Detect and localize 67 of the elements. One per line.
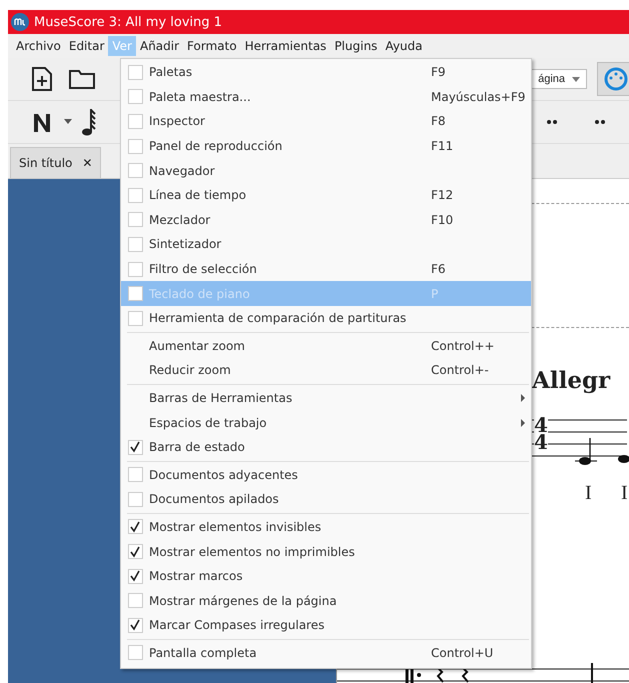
- checkbox[interactable]: [128, 593, 142, 608]
- checkbox[interactable]: [128, 89, 142, 104]
- menu-item[interactable]: Archivo: [12, 36, 65, 56]
- menu-option[interactable]: Mostrar elementos invisibles: [121, 514, 531, 540]
- midi-input-button[interactable]: [597, 62, 629, 96]
- menu-option[interactable]: Línea de tiempo F12: [121, 182, 531, 208]
- checkbox[interactable]: [128, 114, 142, 129]
- checkbox[interactable]: [128, 519, 142, 534]
- menu-item[interactable]: Editar: [64, 36, 108, 56]
- checkbox[interactable]: [128, 188, 142, 203]
- new-file-icon[interactable]: [30, 66, 54, 92]
- checkbox[interactable]: [128, 492, 142, 507]
- menu-option[interactable]: Inspector F8: [121, 109, 531, 134]
- time-signature-digit: 4: [534, 434, 548, 451]
- checkbox[interactable]: [128, 262, 142, 277]
- roman-numeral: I: [585, 482, 592, 505]
- folder-icon[interactable]: [68, 68, 96, 90]
- checkbox[interactable]: [128, 138, 142, 154]
- checkbox[interactable]: [128, 568, 142, 584]
- midi-connector-icon: [604, 67, 628, 91]
- menu-option[interactable]: Panel de reproducción F11: [121, 134, 531, 158]
- app-logo-icon: [11, 13, 29, 31]
- menu-option[interactable]: Mostrar marcos: [121, 564, 531, 588]
- window-title: MuseScore 3: All my loving 1: [34, 14, 222, 30]
- menu-option[interactable]: Documentos apilados: [121, 487, 531, 512]
- menu-option[interactable]: Sintetizador: [121, 232, 531, 257]
- double-dot-icon[interactable]: [595, 120, 605, 124]
- menu-item[interactable]: Añadir: [136, 36, 184, 56]
- menu-option[interactable]: Barras de Herramientas: [121, 386, 531, 410]
- checkbox[interactable]: [128, 236, 142, 252]
- menu-item[interactable]: Herramientas: [240, 36, 330, 56]
- submenu-arrow-icon: [521, 394, 525, 402]
- roman-numeral: I: [621, 482, 628, 505]
- menu-item[interactable]: Formato: [183, 36, 241, 56]
- menu-option[interactable]: Mostrar elementos no imprimibles: [121, 539, 531, 564]
- menu-option[interactable]: Mezclador F10: [121, 208, 531, 232]
- menu-option[interactable]: Aumentar zoom Control++: [121, 334, 531, 358]
- sixteenth-note-icon[interactable]: [82, 107, 96, 137]
- checkbox[interactable]: [128, 310, 142, 326]
- menu-option[interactable]: Documentos adyacentes: [121, 462, 531, 488]
- checkbox[interactable]: [128, 467, 142, 482]
- checkbox[interactable]: [128, 64, 142, 80]
- checkbox[interactable]: [128, 163, 142, 178]
- checkbox[interactable]: [128, 212, 142, 228]
- menu-option[interactable]: Mostrar márgenes de la página: [121, 588, 531, 614]
- menu-option[interactable]: Marcar Compases irregulares: [121, 613, 531, 638]
- checkbox[interactable]: [128, 645, 142, 660]
- time-signature-digit: 4: [534, 417, 548, 434]
- submenu-arrow-icon: [521, 418, 525, 427]
- menu-item[interactable]: Plugins: [330, 36, 382, 56]
- menu-option[interactable]: Barra de estado: [121, 434, 531, 460]
- double-dot-icon[interactable]: [547, 120, 557, 124]
- checkbox[interactable]: [128, 618, 142, 633]
- close-tab-button[interactable]: ✕: [82, 156, 92, 170]
- menu-option[interactable]: Espacios de trabajo: [121, 410, 531, 435]
- caret-icon[interactable]: [64, 119, 72, 125]
- menu-option[interactable]: Pantalla completa Control+U: [121, 640, 531, 666]
- menu-option[interactable]: Navegador: [121, 158, 531, 183]
- checkbox[interactable]: [128, 440, 142, 455]
- menu-option[interactable]: Herramienta de comparación de partituras: [121, 306, 531, 331]
- menu-option[interactable]: Reducir zoom Control+-: [121, 358, 531, 383]
- tempo-marking: Allegr: [532, 367, 610, 394]
- menu-option[interactable]: Filtro de selección F6: [121, 256, 531, 282]
- document-tab[interactable]: Sin título ✕: [10, 147, 102, 178]
- menu-item[interactable]: Ayuda: [381, 36, 426, 56]
- checkbox[interactable]: [128, 544, 142, 560]
- caret-icon: [572, 76, 580, 82]
